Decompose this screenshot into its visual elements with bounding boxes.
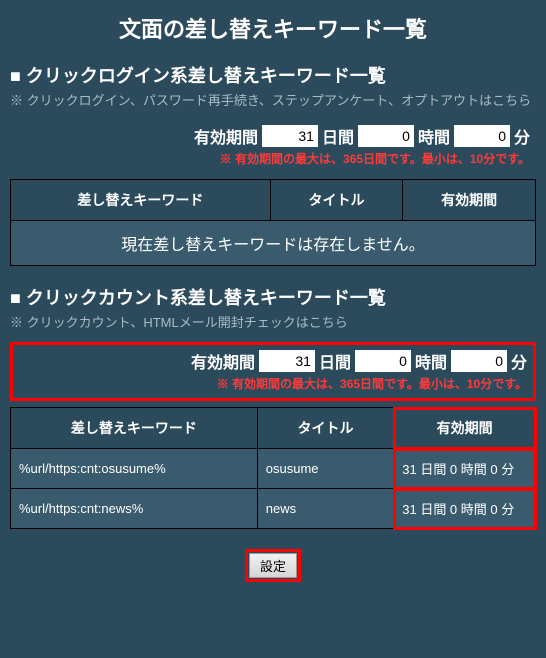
section1-note: ※ クリックログイン、パスワード再手続き、ステップアンケート、オプトアウトはこち… — [10, 92, 536, 110]
minutes-input[interactable] — [454, 125, 510, 147]
col-validity: 有効期間 — [394, 408, 536, 449]
section2-validity-highlight: 有効期間 日間 時間 分 ※ 有効期間の最大は、365日間です。最小は、10分で… — [10, 342, 536, 401]
section1-table: 差し替えキーワード タイトル 有効期間 現在差し替えキーワードは存在しません。 — [10, 179, 536, 266]
days-unit: 日間 — [319, 349, 351, 373]
cell-validity: 31 日間 0 時間 0 分 — [394, 449, 536, 489]
hours-input[interactable] — [355, 350, 411, 372]
cell-keyword: %url/https:cnt:news% — [11, 489, 258, 529]
table-header-row: 差し替えキーワード タイトル 有効期間 — [11, 408, 536, 449]
minutes-unit: 分 — [514, 124, 530, 148]
section2-validity-row: 有効期間 日間 時間 分 — [13, 345, 533, 375]
settings-button[interactable]: 設定 — [249, 553, 297, 578]
section1-title: ■ クリックログイン系差し替えキーワード一覧 — [10, 62, 536, 88]
section2-validity-caption: ※ 有効期間の最大は、365日間です。最小は、10分です。 — [13, 375, 533, 398]
table-row: %url/https:cnt:news% news 31 日間 0 時間 0 分 — [11, 489, 536, 529]
minutes-unit: 分 — [511, 349, 527, 373]
hours-unit: 時間 — [415, 349, 447, 373]
section1-validity-caption: ※ 有効期間の最大は、365日間です。最小は、10分です。 — [10, 150, 536, 173]
validity-label: 有効期間 — [194, 124, 258, 148]
button-wrap: 設定 — [10, 549, 536, 582]
col-title: タイトル — [270, 180, 403, 221]
section2-title: ■ クリックカウント系差し替えキーワード一覧 — [10, 284, 536, 310]
days-input[interactable] — [259, 350, 315, 372]
validity-label: 有効期間 — [191, 349, 255, 373]
col-validity: 有効期間 — [403, 180, 536, 221]
cell-title: osusume — [257, 449, 394, 489]
cell-title: news — [257, 489, 394, 529]
minutes-input[interactable] — [451, 350, 507, 372]
section-click-count: ■ クリックカウント系差し替えキーワード一覧 ※ クリックカウント、HTMLメー… — [10, 284, 536, 529]
section1-validity-block: 有効期間 日間 時間 分 ※ 有効期間の最大は、365日間です。最小は、10分で… — [10, 120, 536, 173]
page-title: 文面の差し替えキーワード一覧 — [10, 12, 536, 44]
section2-note: ※ クリックカウント、HTMLメール開封チェックはこちら — [10, 314, 536, 332]
cell-keyword: %url/https:cnt:osusume% — [11, 449, 258, 489]
settings-button-highlight: 設定 — [245, 549, 301, 582]
days-input[interactable] — [262, 125, 318, 147]
cell-validity: 31 日間 0 時間 0 分 — [394, 489, 536, 529]
table-header-row: 差し替えキーワード タイトル 有効期間 — [11, 180, 536, 221]
section-click-login: ■ クリックログイン系差し替えキーワード一覧 ※ クリックログイン、パスワード再… — [10, 62, 536, 266]
days-unit: 日間 — [322, 124, 354, 148]
hours-input[interactable] — [358, 125, 414, 147]
empty-message: 現在差し替えキーワードは存在しません。 — [11, 221, 536, 266]
hours-unit: 時間 — [418, 124, 450, 148]
table-row: %url/https:cnt:osusume% osusume 31 日間 0 … — [11, 449, 536, 489]
col-title: タイトル — [257, 408, 394, 449]
table-row: 現在差し替えキーワードは存在しません。 — [11, 221, 536, 266]
section1-validity-row: 有効期間 日間 時間 分 — [10, 120, 536, 150]
col-keyword: 差し替えキーワード — [11, 180, 271, 221]
col-keyword: 差し替えキーワード — [11, 408, 258, 449]
section2-table: 差し替えキーワード タイトル 有効期間 %url/https:cnt:osusu… — [10, 407, 536, 529]
